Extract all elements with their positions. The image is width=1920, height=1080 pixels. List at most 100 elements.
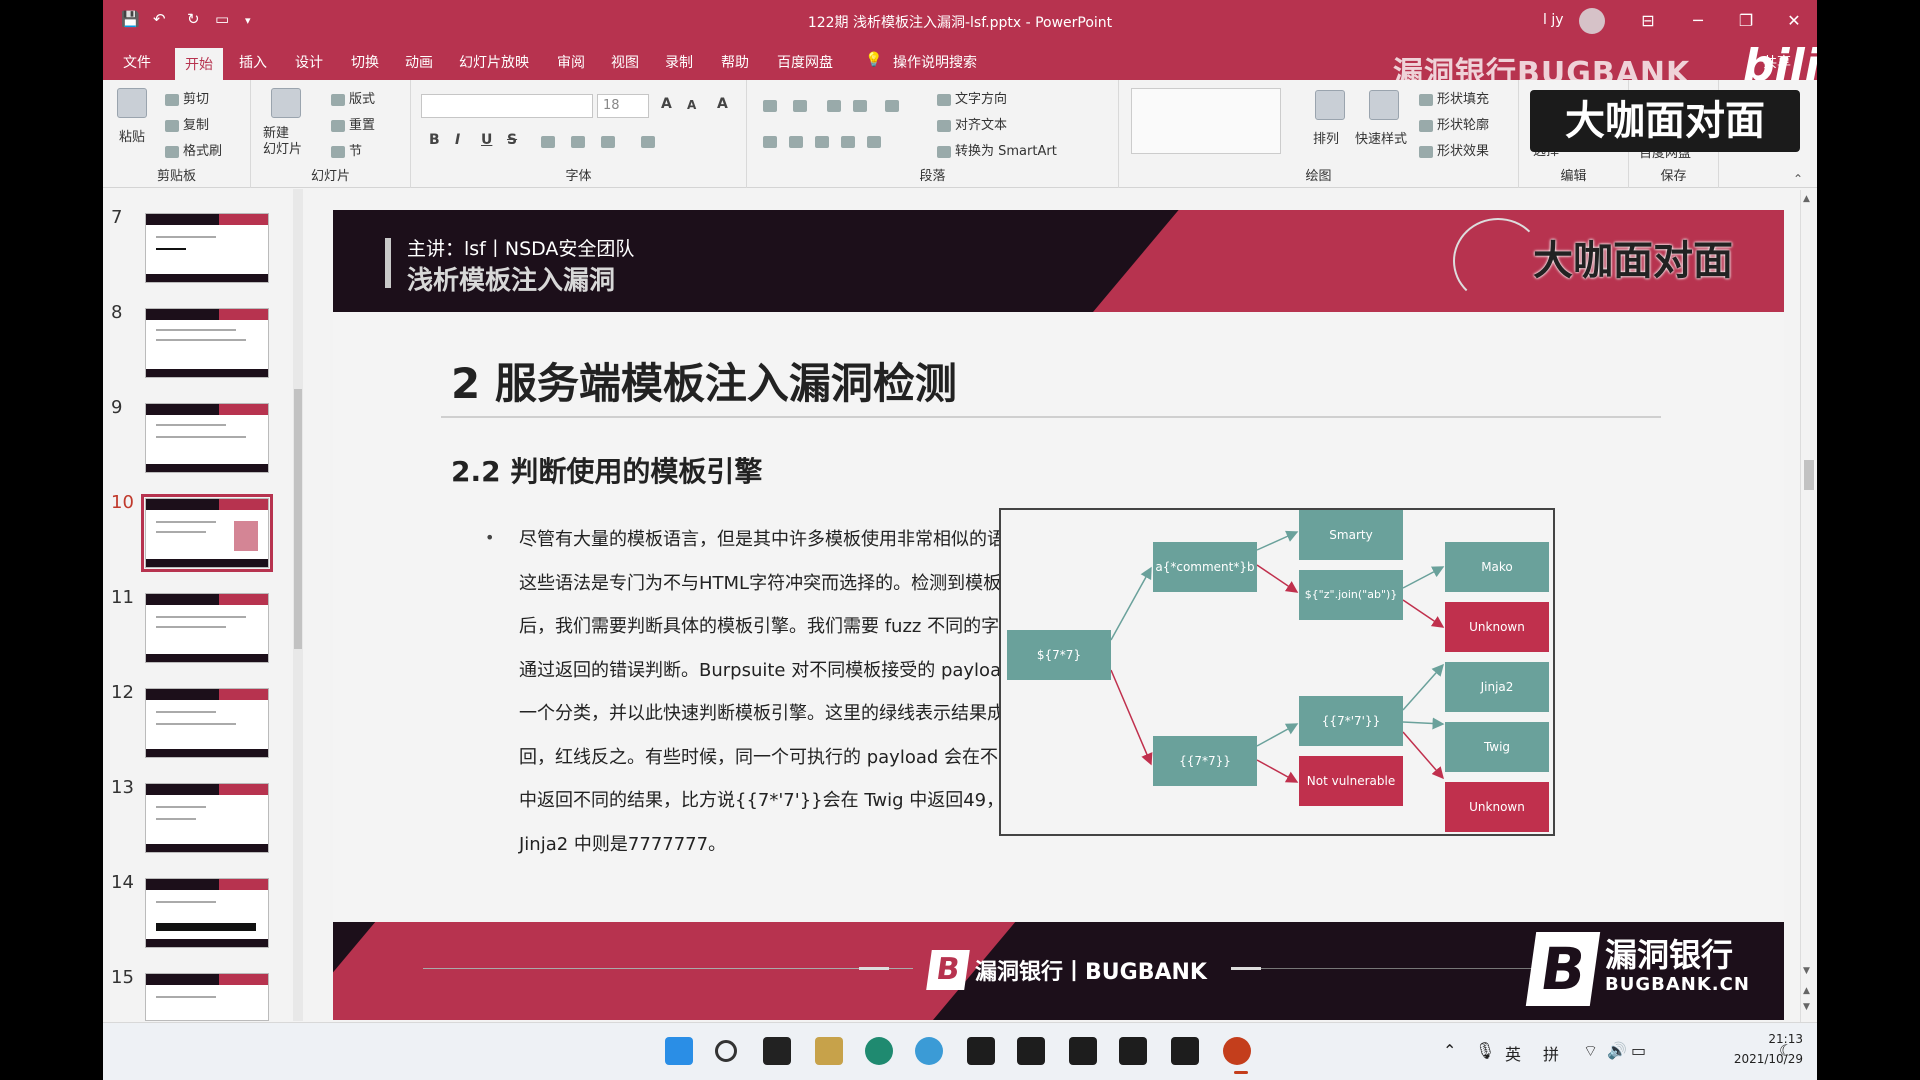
tab-insert[interactable]: 插入 <box>239 52 267 72</box>
tell-me-search[interactable]: 操作说明搜索 <box>893 52 977 72</box>
input-lang[interactable]: 英 <box>1505 1041 1521 1065</box>
slide-thumbnail[interactable] <box>145 783 269 853</box>
char-spacing-icon[interactable] <box>541 136 555 148</box>
text-direction-button[interactable]: 文字方向 <box>937 88 1007 107</box>
phpstorm-icon[interactable] <box>1069 1037 1097 1065</box>
line-spacing-icon[interactable] <box>885 100 899 112</box>
shape-fill-button[interactable]: 形状填充 <box>1419 88 1489 107</box>
paste-icon[interactable] <box>117 88 147 118</box>
engine-decision-tree[interactable]: ${7*7} a{*comment*}b {{7*7}} Smarty ${"z… <box>999 508 1555 836</box>
grow-font-button[interactable]: A <box>661 96 672 112</box>
clock-time[interactable]: 21:13 <box>1743 1032 1803 1046</box>
tab-file[interactable]: 文件 <box>123 52 151 72</box>
start-menu-icon[interactable] <box>665 1037 693 1065</box>
clear-format-button[interactable]: A <box>717 96 728 112</box>
section-title[interactable]: 2 服务端模板注入漏洞检测 <box>451 350 957 411</box>
slide-thumbnail[interactable] <box>145 213 269 283</box>
numbering-icon[interactable] <box>793 100 807 112</box>
change-case-icon[interactable] <box>571 136 585 148</box>
slide-thumbnail[interactable] <box>145 688 269 758</box>
ribbon-display-icon[interactable]: ⊟ <box>1633 8 1663 34</box>
body-text[interactable]: 尽管有大量的模板语言，但是其中许多模板使用非常相似的语法，而这些语法是专门为不与… <box>519 518 1059 866</box>
tab-record[interactable]: 录制 <box>665 52 693 72</box>
tab-view[interactable]: 视图 <box>611 52 639 72</box>
shape-outline-button[interactable]: 形状轮廓 <box>1419 114 1489 133</box>
intellij-icon[interactable] <box>1017 1037 1045 1065</box>
bold-button[interactable]: B <box>429 132 440 148</box>
quick-styles-icon[interactable] <box>1369 90 1399 120</box>
reset-button[interactable]: 重置 <box>331 114 375 133</box>
microphone-icon[interactable]: 🎙 <box>1475 1041 1495 1060</box>
justify-icon[interactable] <box>841 136 855 148</box>
prev-slide-icon[interactable]: ▲ <box>1803 986 1810 996</box>
font-color-icon[interactable] <box>641 136 655 148</box>
battery-icon[interactable]: ▭ <box>1631 1041 1646 1060</box>
align-center-icon[interactable] <box>789 136 803 148</box>
user-name[interactable]: l jy <box>1543 12 1564 28</box>
cut-button[interactable]: 剪切 <box>165 88 209 107</box>
sub-title[interactable]: 2.2 判断使用的模板引擎 <box>451 450 762 490</box>
minimize-button[interactable]: ─ <box>1683 8 1713 34</box>
search-icon[interactable] <box>715 1040 737 1062</box>
tab-review[interactable]: 审阅 <box>557 52 585 72</box>
thumbnail-scrollbar[interactable] <box>293 189 303 1021</box>
bullets-icon[interactable] <box>763 100 777 112</box>
font-name-input[interactable] <box>421 94 593 118</box>
notification-icon[interactable]: ☾ <box>1779 1041 1793 1060</box>
align-right-icon[interactable] <box>815 136 829 148</box>
tab-baidu[interactable]: 百度网盘 <box>777 52 833 72</box>
align-text-button[interactable]: 对齐文本 <box>937 114 1007 133</box>
copy-button[interactable]: 复制 <box>165 114 209 133</box>
italic-button[interactable]: I <box>455 132 460 148</box>
font-size-input[interactable]: 18 <box>597 94 649 118</box>
pycharm-icon[interactable] <box>967 1037 995 1065</box>
section-button[interactable]: 节 <box>331 140 362 159</box>
shape-effects-button[interactable]: 形状效果 <box>1419 140 1489 159</box>
goland-icon[interactable] <box>1119 1037 1147 1065</box>
columns-icon[interactable] <box>867 136 881 148</box>
scroll-thumb[interactable] <box>1804 460 1814 490</box>
align-left-icon[interactable] <box>763 136 777 148</box>
highlight-icon[interactable] <box>601 136 615 148</box>
task-view-icon[interactable] <box>763 1037 791 1065</box>
tab-design[interactable]: 设计 <box>295 52 323 72</box>
next-slide-icon[interactable]: ▼ <box>1803 1002 1810 1012</box>
powerpoint-icon[interactable] <box>1223 1037 1251 1065</box>
slide-thumbnail[interactable] <box>145 878 269 948</box>
wifi-icon[interactable]: ⌔ <box>1583 1041 1598 1061</box>
tab-animations[interactable]: 动画 <box>405 52 433 72</box>
tab-transitions[interactable]: 切换 <box>351 52 379 72</box>
new-slide-icon[interactable] <box>271 88 301 118</box>
increase-indent-icon[interactable] <box>853 100 867 112</box>
slide-thumbnail-active[interactable] <box>141 494 273 572</box>
scroll-down-icon[interactable]: ▼ <box>1803 966 1810 976</box>
strikethrough-button[interactable]: S <box>507 132 517 148</box>
ime-mode[interactable]: 拼 <box>1543 1041 1559 1065</box>
format-painter-button[interactable]: 格式刷 <box>165 140 222 159</box>
underline-button[interactable]: U <box>481 132 492 148</box>
scroll-up-icon[interactable]: ▲ <box>1803 194 1810 204</box>
slide-canvas[interactable]: 主讲：lsf丨NSDA安全团队 浅析模板注入漏洞 大咖面对面 2 服务端模板注入… <box>333 210 1784 1020</box>
app-icon[interactable] <box>915 1037 943 1065</box>
slide-scrollbar[interactable]: ▲ ▼ ▲ ▼ <box>1800 190 1816 1022</box>
arrange-button[interactable]: 排列 <box>1313 128 1339 147</box>
file-explorer-icon[interactable] <box>815 1037 843 1065</box>
layout-button[interactable]: 版式 <box>331 88 375 107</box>
decrease-indent-icon[interactable] <box>827 100 841 112</box>
collapse-ribbon-icon[interactable]: ⌃ <box>1793 172 1803 186</box>
slide-thumbnail[interactable] <box>145 308 269 378</box>
new-slide-button[interactable]: 新建 幻灯片 <box>263 126 302 158</box>
chevron-up-icon[interactable]: ⌃ <box>1443 1041 1456 1060</box>
tab-home[interactable]: 开始 <box>175 48 223 80</box>
scroll-thumb[interactable] <box>294 389 302 649</box>
slide-thumbnail[interactable] <box>145 593 269 663</box>
close-button[interactable]: ✕ <box>1779 8 1809 34</box>
terminal-icon[interactable] <box>1171 1037 1199 1065</box>
paste-button[interactable]: 粘贴 <box>119 126 145 145</box>
quick-styles-button[interactable]: 快速样式 <box>1355 128 1407 147</box>
slide-thumbnail[interactable] <box>145 973 269 1021</box>
restore-button[interactable]: ❐ <box>1731 8 1761 34</box>
volume-icon[interactable]: 🔊 <box>1607 1041 1627 1060</box>
shapes-gallery[interactable] <box>1131 88 1281 154</box>
arrange-icon[interactable] <box>1315 90 1345 120</box>
